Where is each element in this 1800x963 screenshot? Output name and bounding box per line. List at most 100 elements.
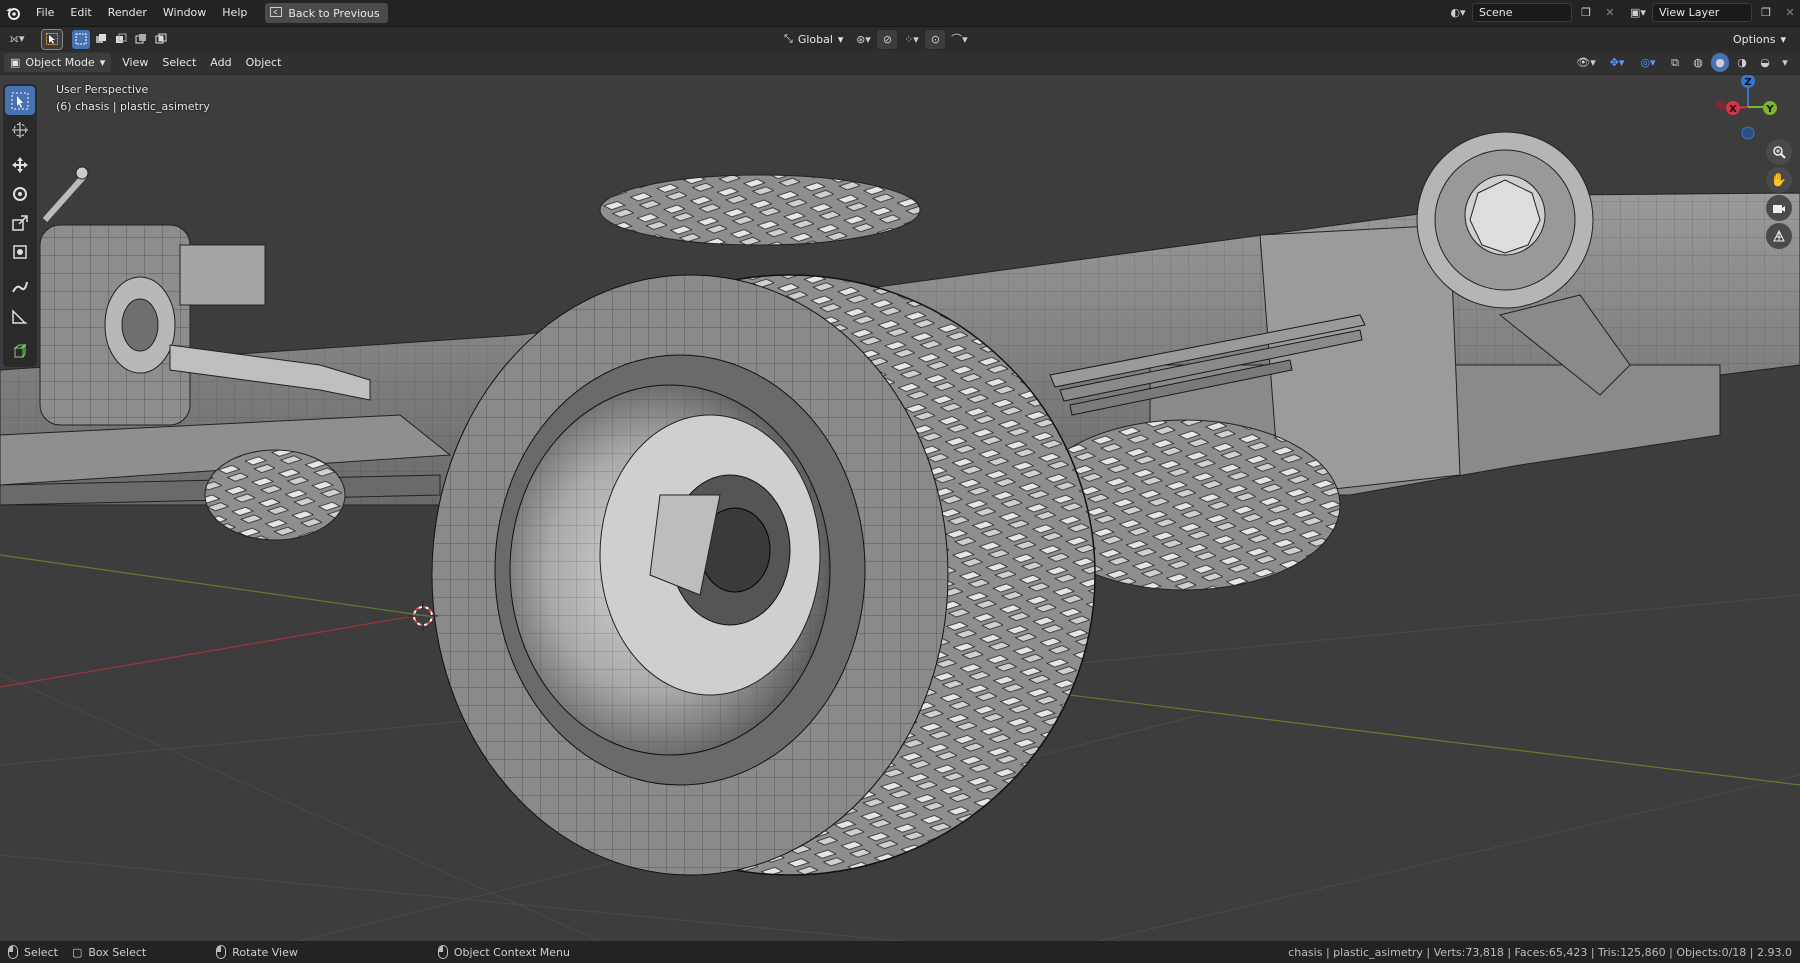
gizmo-toggle-icon[interactable]: ✥▾ xyxy=(1603,53,1631,72)
back-label: Back to Previous xyxy=(288,6,380,20)
front-wheel xyxy=(431,274,1096,876)
x-axis-line xyxy=(0,614,421,688)
back-icon xyxy=(270,6,283,20)
snap-target-icon[interactable]: ⁘▾ xyxy=(901,30,921,49)
right-mouse-icon xyxy=(437,945,448,959)
view-layer-field[interactable]: View Layer xyxy=(1652,3,1752,22)
menu-select[interactable]: Select xyxy=(155,53,203,73)
view-layer-value: View Layer xyxy=(1659,6,1720,19)
transform-controls: ⤡ Global ▾ ⊛▾ ⊘ ⁘▾ ⊙ ⌒▾ xyxy=(778,29,969,49)
overlays-toggle-icon[interactable]: ◎▾ xyxy=(1634,53,1662,72)
status-box-select-label: Box Select xyxy=(88,945,147,959)
blender-logo-icon[interactable] xyxy=(4,4,22,22)
orientation-dropdown[interactable]: ⤡ Global ▾ xyxy=(778,30,849,49)
top-bar: File Edit Render Window Help Back to Pre… xyxy=(0,0,1800,27)
rendered-shading-icon[interactable]: ◒ xyxy=(1755,53,1775,72)
options-label: Options xyxy=(1733,32,1776,46)
object-info-label: (6) chasis | plastic_asimetry xyxy=(56,100,210,113)
cursor-tool-icon[interactable] xyxy=(5,115,35,144)
pivot-icon[interactable]: ⊛▾ xyxy=(853,30,873,49)
y-axis-line xyxy=(0,554,421,616)
ortho-grid-icon[interactable] xyxy=(1766,223,1792,249)
gizmo-z-label: Z xyxy=(1744,77,1751,88)
camera-view-icon[interactable] xyxy=(1766,195,1792,221)
viewport-header: ▣ Object Mode ▾ View Select Add Object 👁… xyxy=(0,51,1800,75)
back-to-previous-button[interactable]: Back to Previous xyxy=(265,3,388,23)
rotate-tool-icon[interactable] xyxy=(5,179,35,208)
chevron-down-icon: ▾ xyxy=(837,32,844,46)
middle-mouse-icon xyxy=(216,945,227,959)
main-menu: File Edit Render Window Help xyxy=(28,2,255,24)
zoom-icon[interactable] xyxy=(1766,139,1792,165)
move-tool-icon[interactable] xyxy=(5,150,35,179)
chevron-down-icon: ▾ xyxy=(99,56,106,69)
3d-viewport[interactable]: User Perspective (6) chasis | plastic_as… xyxy=(0,75,1800,941)
tool-settings-bar: ⟗▾ ⤡ Global ▾ ⊛▾ ⊘ ⁘▾ ⊙ ⌒▾ Options ▾ xyxy=(0,27,1800,51)
scene-render xyxy=(0,131,1800,941)
status-rotate-label: Rotate View xyxy=(232,945,298,959)
orientation-value: Global xyxy=(797,32,833,46)
transform-tool-icon[interactable] xyxy=(5,237,35,266)
menu-help[interactable]: Help xyxy=(214,2,255,24)
close-view-layer-icon[interactable]: ✕ xyxy=(1780,3,1800,22)
shading-options-icon[interactable]: ▾ xyxy=(1778,53,1792,72)
measure-tool-icon[interactable] xyxy=(5,301,35,330)
options-dropdown[interactable]: Options ▾ xyxy=(1727,29,1792,49)
scale-tool-icon[interactable] xyxy=(5,208,35,237)
menu-file[interactable]: File xyxy=(28,2,62,24)
copy-scene-icon[interactable]: ❐ xyxy=(1576,3,1596,22)
menu-window[interactable]: Window xyxy=(155,2,214,24)
mode-intersect-icon[interactable] xyxy=(152,30,170,49)
mode-invert-icon[interactable] xyxy=(132,30,150,49)
status-select: Select xyxy=(8,945,58,959)
mode-value: Object Mode xyxy=(25,56,95,69)
left-mouse-icon xyxy=(8,945,18,959)
mode-extend-icon[interactable] xyxy=(92,30,110,49)
object-mode-icon: ▣ xyxy=(10,56,21,69)
status-box-select: ▢ Box Select xyxy=(72,946,146,959)
menu-view[interactable]: View xyxy=(115,53,155,73)
scene-value: Scene xyxy=(1479,6,1513,19)
status-rotate-view: Rotate View xyxy=(216,945,298,959)
solid-shading-icon[interactable]: ● xyxy=(1711,53,1729,72)
select-tool-icon[interactable] xyxy=(41,28,63,50)
close-scene-icon[interactable]: ✕ xyxy=(1600,3,1620,22)
status-bar: Select ▢ Box Select Rotate View Object C… xyxy=(0,941,1800,963)
spare-tire xyxy=(599,174,921,246)
menu-object[interactable]: Object xyxy=(239,53,289,73)
chevron-down-icon: ▾ xyxy=(1780,32,1786,46)
mode-dropdown[interactable]: ▣ Object Mode ▾ xyxy=(4,53,112,72)
selection-mode-group xyxy=(72,29,170,49)
status-select-label: Select xyxy=(24,945,58,959)
orientation-icon: ⤡ xyxy=(784,32,793,45)
editor-type-icon[interactable]: ⟗▾ xyxy=(4,30,30,49)
box-select-icon: ▢ xyxy=(71,945,83,959)
annotate-tool-icon[interactable] xyxy=(5,272,35,301)
visibility-icon[interactable]: 👁▾ xyxy=(1572,53,1600,72)
scene-controls: ◐▾ Scene ❐ ✕ ▣▾ View Layer ❐ ✕ xyxy=(1448,3,1800,22)
gizmo-y-label: Y xyxy=(1765,104,1774,115)
menu-render[interactable]: Render xyxy=(100,2,155,24)
menu-add[interactable]: Add xyxy=(203,53,238,73)
viewport-menu: View Select Add Object xyxy=(115,53,288,73)
status-context-menu: Object Context Menu xyxy=(437,945,570,959)
scene-icon[interactable]: ◐▾ xyxy=(1448,3,1468,22)
xray-icon[interactable]: ⧉ xyxy=(1665,53,1685,72)
viewport-display-controls: 👁▾ ✥▾ ◎▾ ⧉ ◍ ● ◑ ◒ ▾ xyxy=(1572,53,1792,72)
scene-field[interactable]: Scene xyxy=(1472,3,1572,22)
status-context-label: Object Context Menu xyxy=(453,945,570,959)
pan-hand-icon[interactable]: ✋ xyxy=(1766,167,1792,193)
view-layer-icon[interactable]: ▣▾ xyxy=(1628,3,1648,22)
gizmo-x-label: X xyxy=(1729,104,1737,115)
material-shading-icon[interactable]: ◑ xyxy=(1732,53,1752,72)
proportional-edit-icon[interactable]: ⊙ xyxy=(925,29,946,49)
select-box-tool-icon[interactable] xyxy=(5,86,35,115)
copy-view-layer-icon[interactable]: ❐ xyxy=(1756,3,1776,22)
snap-icon[interactable]: ⊘ xyxy=(877,29,898,49)
wireframe-shading-icon[interactable]: ◍ xyxy=(1688,53,1708,72)
mode-subtract-icon[interactable] xyxy=(112,30,130,49)
add-cube-tool-icon[interactable] xyxy=(5,336,35,365)
falloff-icon[interactable]: ⌒▾ xyxy=(949,30,969,49)
mode-new-icon[interactable] xyxy=(72,29,90,49)
menu-edit[interactable]: Edit xyxy=(62,2,99,24)
